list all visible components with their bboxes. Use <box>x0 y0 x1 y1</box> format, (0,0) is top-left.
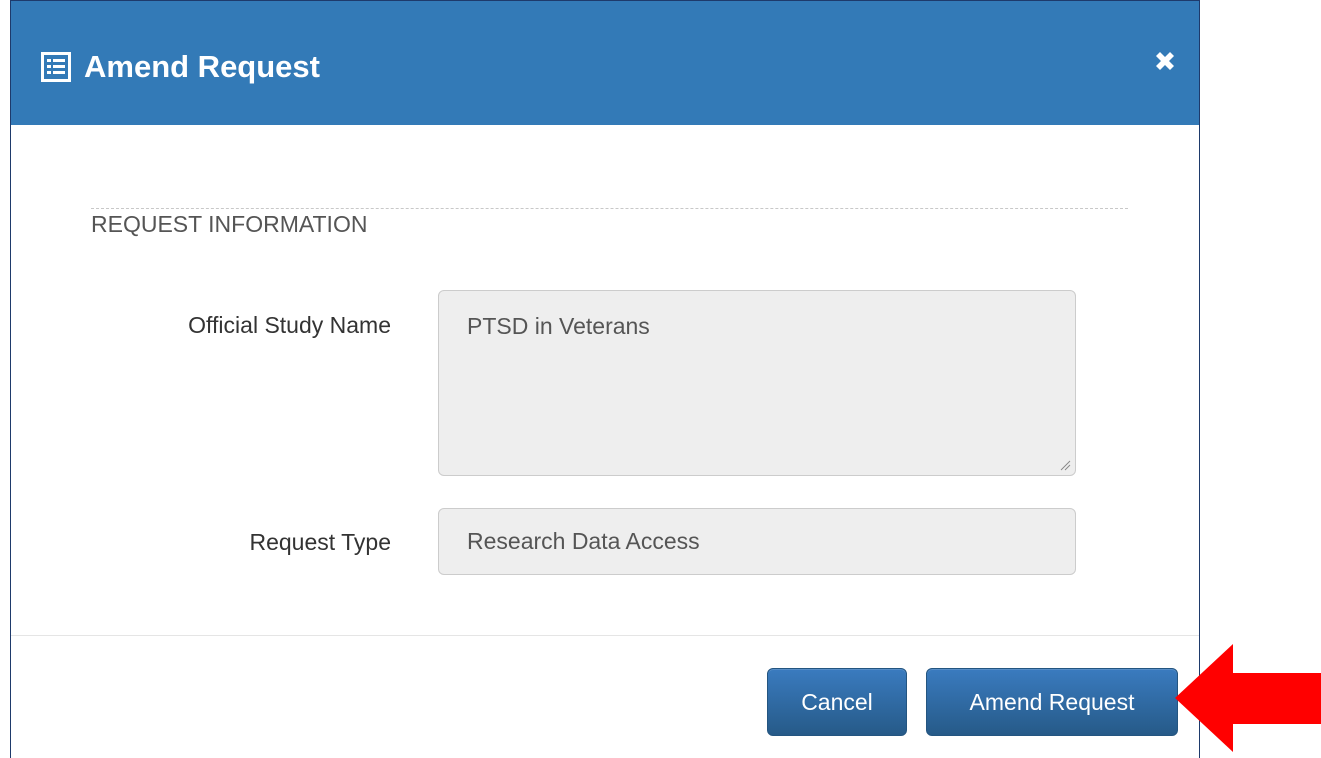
request-type-input[interactable]: Research Data Access <box>438 508 1076 575</box>
study-name-label: Official Study Name <box>188 312 391 338</box>
close-icon[interactable] <box>1151 47 1179 75</box>
cancel-button[interactable]: Cancel <box>767 668 907 736</box>
resize-handle-icon[interactable] <box>1059 459 1071 471</box>
amend-request-button[interactable]: Amend Request <box>926 668 1178 736</box>
amend-request-dialog: Amend Request REQUEST INFORMATION Offici… <box>10 0 1200 758</box>
study-name-value: PTSD in Veterans <box>467 313 650 339</box>
list-alt-icon <box>41 52 71 82</box>
dialog-title: Amend Request <box>84 49 320 84</box>
study-name-textarea[interactable]: PTSD in Veterans <box>438 290 1076 476</box>
red-arrow-icon <box>1175 644 1321 752</box>
request-type-value: Research Data Access <box>467 528 700 554</box>
section-title: REQUEST INFORMATION <box>91 211 368 237</box>
dialog-header: Amend Request <box>11 1 1199 125</box>
footer-divider <box>11 635 1199 636</box>
request-type-label: Request Type <box>249 529 391 555</box>
